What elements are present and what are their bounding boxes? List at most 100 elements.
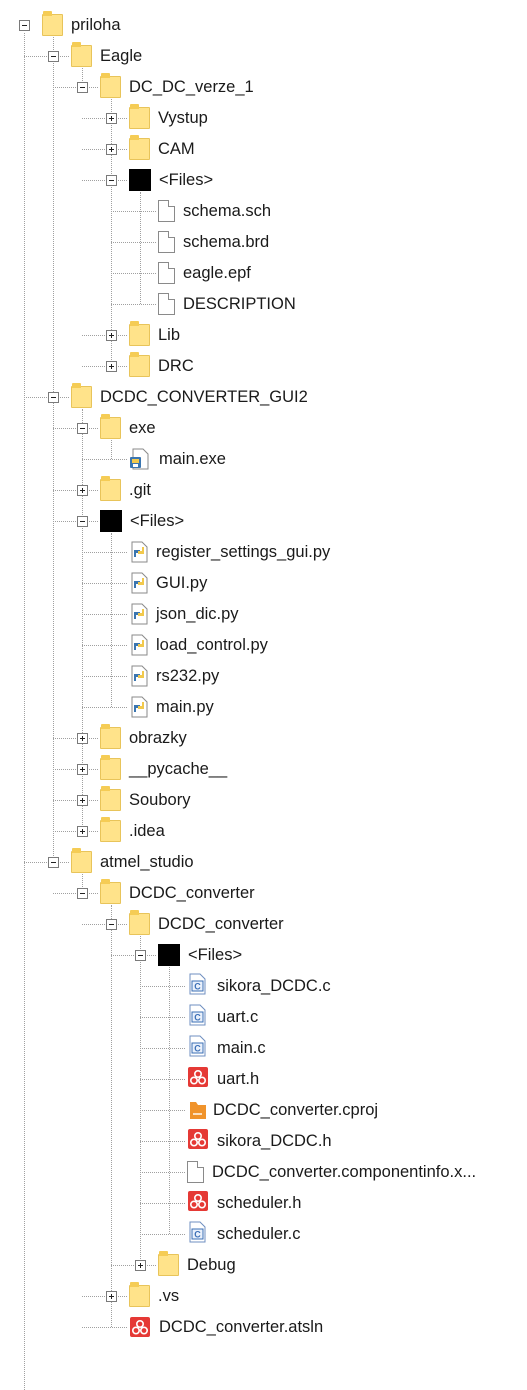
folder-icon <box>129 910 150 935</box>
tree-item[interactable]: Lib <box>129 320 180 350</box>
tree-item[interactable]: exe <box>100 413 156 443</box>
tree-item[interactable]: sikora_DCDC.h <box>187 1126 332 1156</box>
tree-item[interactable]: DESCRIPTION <box>158 289 296 319</box>
tree-item[interactable]: Cscheduler.c <box>187 1219 300 1249</box>
tree-item[interactable]: Eagle <box>71 41 142 71</box>
tree-item[interactable]: DCDC_converter <box>100 878 255 908</box>
expand-toggle-icon[interactable] <box>106 361 117 372</box>
expand-toggle-icon[interactable] <box>77 485 88 496</box>
tree-item[interactable]: json_dic.py <box>129 599 239 629</box>
tree-item[interactable]: Soubory <box>100 785 190 815</box>
tree-item-label: Lib <box>158 325 181 344</box>
tree-item[interactable]: schema.brd <box>158 227 269 257</box>
tree-item-label: .git <box>129 480 152 499</box>
tree-item[interactable]: .idea <box>100 816 165 846</box>
tree-item[interactable]: <Files> <box>158 940 242 970</box>
expand-toggle-icon[interactable] <box>106 330 117 341</box>
tree-branch-line <box>53 490 98 491</box>
tree-item-label: .idea <box>129 821 165 840</box>
tree-item[interactable]: schema.sch <box>158 196 271 226</box>
tree-item[interactable]: __pycache__ <box>100 754 227 784</box>
collapse-toggle-icon[interactable] <box>48 392 59 403</box>
tree-item[interactable]: Vystup <box>129 103 208 133</box>
folder-icon <box>42 11 63 36</box>
tree-item[interactable]: priloha <box>42 10 121 40</box>
collapse-toggle-icon[interactable] <box>77 82 88 93</box>
expand-toggle-icon[interactable] <box>106 144 117 155</box>
expand-toggle-icon[interactable] <box>106 1291 117 1302</box>
tree-item[interactable]: uart.h <box>187 1064 259 1094</box>
tree-item[interactable]: GUI.py <box>129 568 207 598</box>
tree-item[interactable]: obrazky <box>100 723 187 753</box>
expand-toggle-icon[interactable] <box>106 113 117 124</box>
folder-icon <box>71 42 92 67</box>
expand-toggle-icon[interactable] <box>77 733 88 744</box>
tree-item[interactable]: DCDC_CONVERTER_GUI2 <box>71 382 308 412</box>
tree-item[interactable]: Debug <box>158 1250 236 1280</box>
expand-toggle-icon[interactable] <box>77 826 88 837</box>
tree-branch-line <box>140 1172 185 1173</box>
tree-item-label: DC_DC_verze_1 <box>129 77 254 96</box>
tree-branch-line <box>82 583 127 584</box>
svg-text:C: C <box>194 1043 201 1053</box>
tree-item-label: rs232.py <box>156 666 220 685</box>
tree-item-label: load_control.py <box>156 635 268 654</box>
tree-item[interactable]: main.py <box>129 692 214 722</box>
tree-item[interactable]: atmel_studio <box>71 847 194 877</box>
tree-item[interactable]: CAM <box>129 134 195 164</box>
tree-item-label: .vs <box>158 1286 180 1305</box>
tree-item[interactable]: DCDC_converter.cproj <box>187 1095 378 1125</box>
collapse-toggle-icon[interactable] <box>106 175 117 186</box>
tree-item[interactable]: DC_DC_verze_1 <box>100 72 254 102</box>
collapse-toggle-icon[interactable] <box>19 20 30 31</box>
python-file-icon <box>129 634 148 656</box>
tree-item[interactable]: register_settings_gui.py <box>129 537 330 567</box>
tree-branch-line <box>53 428 98 429</box>
tree-branch-line <box>140 1017 185 1018</box>
folder-icon <box>129 1282 150 1307</box>
python-file-icon <box>129 665 148 687</box>
tree-item[interactable]: Csikora_DCDC.c <box>187 971 331 1001</box>
collapse-toggle-icon[interactable] <box>106 919 117 930</box>
tree-item[interactable]: .git <box>100 475 151 505</box>
tree-branch-line <box>82 614 127 615</box>
collapse-toggle-icon[interactable] <box>77 516 88 527</box>
tree-item-label: GUI.py <box>156 573 208 592</box>
tree-branch-line <box>53 800 98 801</box>
tree-item[interactable]: .vs <box>129 1281 179 1311</box>
file-tree[interactable]: priloha Eagle DC_DC_verze_1 Vystup CAM <Files… <box>0 0 527 1390</box>
tree-item-label: uart.h <box>217 1069 260 1088</box>
expand-toggle-icon[interactable] <box>77 764 88 775</box>
python-file-icon <box>129 572 148 594</box>
tree-item[interactable]: DCDC_converter.atsln <box>129 1312 323 1342</box>
folder-icon <box>129 104 150 129</box>
tree-item[interactable]: DCDC_converter.componentinfo.x... <box>187 1157 476 1187</box>
tree-item[interactable]: DCDC_converter <box>129 909 284 939</box>
collapse-toggle-icon[interactable] <box>135 950 146 961</box>
tree-item[interactable]: eagle.epf <box>158 258 251 288</box>
tree-item[interactable]: <Files> <box>100 506 184 536</box>
tree-branch-line <box>53 87 98 88</box>
files-group-icon <box>100 510 122 532</box>
tree-item[interactable]: scheduler.h <box>187 1188 301 1218</box>
tree-item[interactable]: DRC <box>129 351 194 381</box>
folder-icon <box>100 414 121 439</box>
collapse-toggle-icon[interactable] <box>77 423 88 434</box>
tree-item[interactable]: main.exe <box>129 444 226 474</box>
atmel-header-file-icon <box>187 1128 209 1155</box>
tree-branch-line <box>111 242 156 243</box>
tree-item[interactable]: <Files> <box>129 165 213 195</box>
c-source-file-icon: C <box>187 1035 209 1062</box>
cproj-file-icon <box>187 1099 206 1121</box>
tree-item[interactable]: Cmain.c <box>187 1033 266 1063</box>
tree-item-label: DCDC_converter.componentinfo.x... <box>212 1162 477 1181</box>
collapse-toggle-icon[interactable] <box>77 888 88 899</box>
collapse-toggle-icon[interactable] <box>48 51 59 62</box>
tree-item[interactable]: load_control.py <box>129 630 268 660</box>
tree-item-label: Vystup <box>158 108 208 127</box>
expand-toggle-icon[interactable] <box>77 795 88 806</box>
expand-toggle-icon[interactable] <box>135 1260 146 1271</box>
collapse-toggle-icon[interactable] <box>48 857 59 868</box>
tree-item[interactable]: Cuart.c <box>187 1002 258 1032</box>
tree-item[interactable]: rs232.py <box>129 661 219 691</box>
